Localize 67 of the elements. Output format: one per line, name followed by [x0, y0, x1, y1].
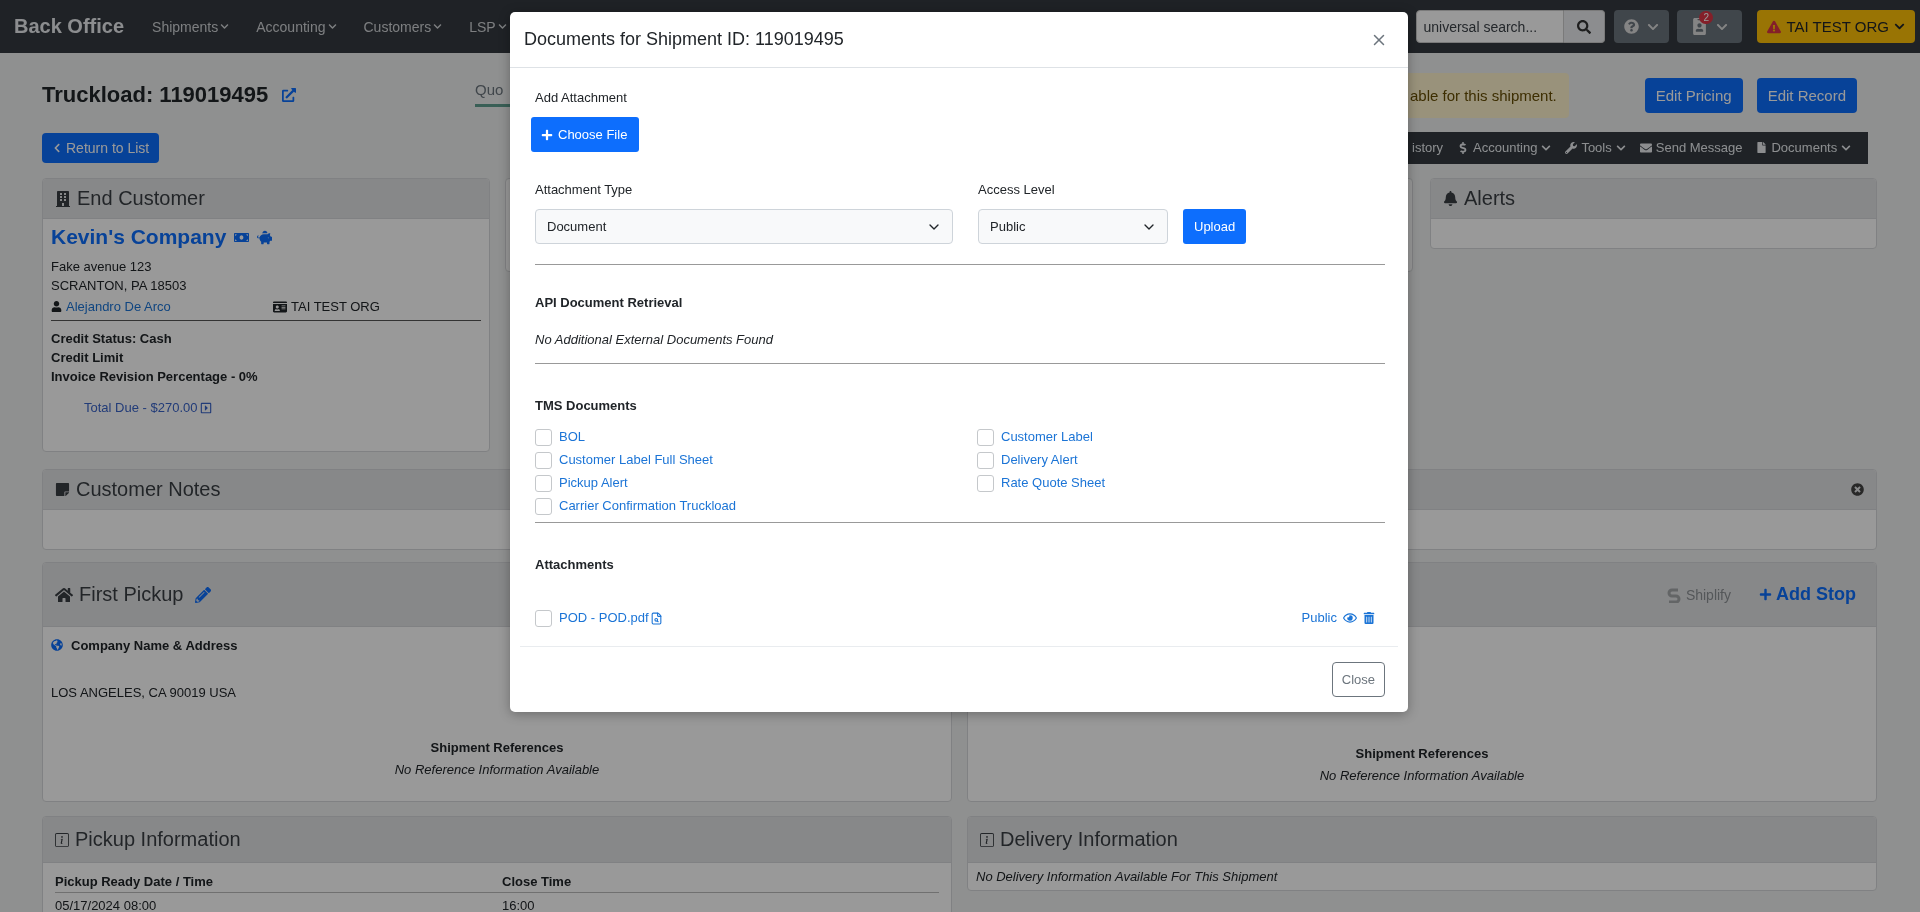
- references-title: Shipment References: [429, 739, 565, 757]
- select-field[interactable]: Document: [535, 209, 953, 244]
- document-link[interactable]: Pickup Alert: [559, 473, 628, 493]
- dialog-title: Documents for Shipment ID: 119019495: [524, 29, 844, 50]
- address-line: Fake avenue 123: [51, 258, 153, 276]
- nav-menu[interactable]: Shipments: [152, 18, 230, 35]
- section-title: API Document Retrieval: [535, 295, 684, 310]
- document-link[interactable]: Customer Label Full Sheet: [559, 450, 713, 470]
- field-label: Attachment Type: [535, 182, 634, 197]
- references-title: Shipment References: [1354, 745, 1490, 763]
- notifications-button[interactable]: 2: [1677, 10, 1743, 43]
- column-header: Pickup Ready Date / Time: [55, 873, 214, 891]
- toolbar-item[interactable]: Documents: [1756, 140, 1852, 155]
- notification-count: 2: [1699, 11, 1714, 24]
- upload-button[interactable]: Upload: [1183, 209, 1247, 244]
- toolbar-item[interactable]: Accounting: [1457, 140, 1552, 155]
- search-field[interactable]: universal search...: [1416, 10, 1565, 43]
- access-label: Public: [1301, 609, 1337, 627]
- card-title: End Customer: [77, 187, 205, 210]
- nav-menu[interactable]: LSP: [469, 18, 507, 35]
- table-cell-text: 05/17/2024 08:00: [55, 897, 158, 912]
- address-line: SCRANTON, PA 18503: [51, 277, 188, 295]
- attachment-link[interactable]: POD - POD.pdf: [559, 608, 649, 628]
- card-title: Pickup Information: [75, 828, 241, 851]
- section-title: Attachments: [535, 557, 615, 572]
- document-link[interactable]: Delivery Alert: [1001, 450, 1078, 470]
- choose-file-button[interactable]: Choose File: [531, 117, 640, 152]
- nav-menu[interactable]: Accounting: [256, 18, 337, 35]
- org-button[interactable]: TAI TEST ORG: [1757, 10, 1915, 43]
- card-title: Delivery Information: [1000, 828, 1178, 851]
- table-cell-text: 16:00: [502, 897, 536, 912]
- references-empty: No Reference Information Available: [1318, 767, 1526, 785]
- toolbar-item[interactable]: istory: [1412, 140, 1444, 155]
- company-label: Company Name & Address: [71, 637, 238, 653]
- document-link[interactable]: Rate Quote Sheet: [1001, 473, 1106, 493]
- empty-message: No Additional External Documents Found: [535, 331, 775, 349]
- contact-link[interactable]: Alejandro De Arco: [66, 299, 171, 314]
- select-field[interactable]: Public: [978, 209, 1168, 244]
- empty-message: No Delivery Information Available For This Shipment: [976, 868, 1279, 886]
- card-title: Alerts: [1464, 187, 1516, 210]
- credit-line: Credit Status: Cash: [51, 330, 173, 348]
- document-link[interactable]: Customer Label: [1001, 427, 1093, 447]
- action-button[interactable]: Edit Pricing: [1644, 77, 1743, 113]
- close-button[interactable]: Close: [1331, 662, 1385, 697]
- brand-title[interactable]: Back Office: [14, 15, 125, 38]
- add-stop-button[interactable]: Add Stop: [1759, 584, 1856, 605]
- address-line: LOS ANGELES, CA 90019 USA: [51, 684, 237, 702]
- card-title: First Pickup: [79, 583, 184, 606]
- section-title: TMS Documents: [535, 398, 638, 413]
- action-button[interactable]: Edit Record: [1756, 77, 1857, 113]
- page-title: Truckload: 119019495: [42, 82, 269, 108]
- return-button[interactable]: Return to List: [42, 132, 160, 163]
- credit-line: Invoice Revision Percentage - 0%: [51, 368, 259, 386]
- field-label: Add Attachment: [535, 90, 628, 105]
- document-link[interactable]: BOL: [559, 427, 585, 447]
- column-header: Close Time: [502, 873, 573, 891]
- company-name[interactable]: Kevin's Company: [51, 225, 227, 249]
- references-empty: No Reference Information Available: [393, 761, 601, 779]
- toolbar-item[interactable]: Send Message: [1639, 140, 1743, 155]
- organization-name: TAI TEST ORG: [291, 299, 380, 314]
- card-title: Customer Notes: [76, 478, 221, 501]
- credit-line: Credit Limit: [51, 349, 125, 367]
- field-label: Access Level: [978, 182, 1056, 197]
- document-link[interactable]: Carrier Confirmation Truckload: [559, 496, 736, 516]
- total-due-link[interactable]: Total Due - $270.00: [84, 400, 198, 415]
- nav-menu[interactable]: Customers: [363, 18, 443, 35]
- toolbar-item[interactable]: Tools: [1565, 140, 1626, 155]
